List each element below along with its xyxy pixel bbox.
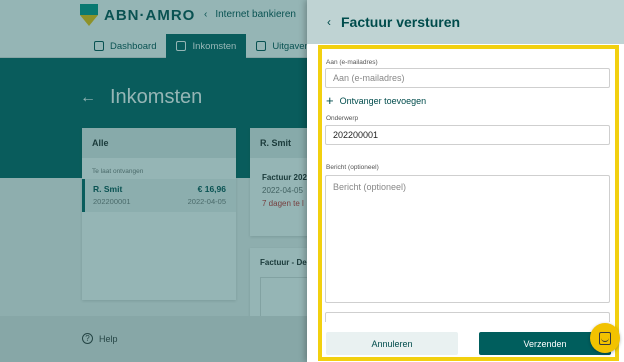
modal-overlay[interactable]: [0, 0, 312, 362]
drawer-header: ‹ Factuur versturen: [307, 0, 624, 44]
drawer-title: Factuur versturen: [341, 14, 461, 30]
chat-button[interactable]: [590, 323, 620, 353]
chevron-left-icon[interactable]: ‹: [327, 15, 331, 29]
chat-icon: [599, 331, 611, 345]
focus-highlight: [318, 45, 619, 361]
